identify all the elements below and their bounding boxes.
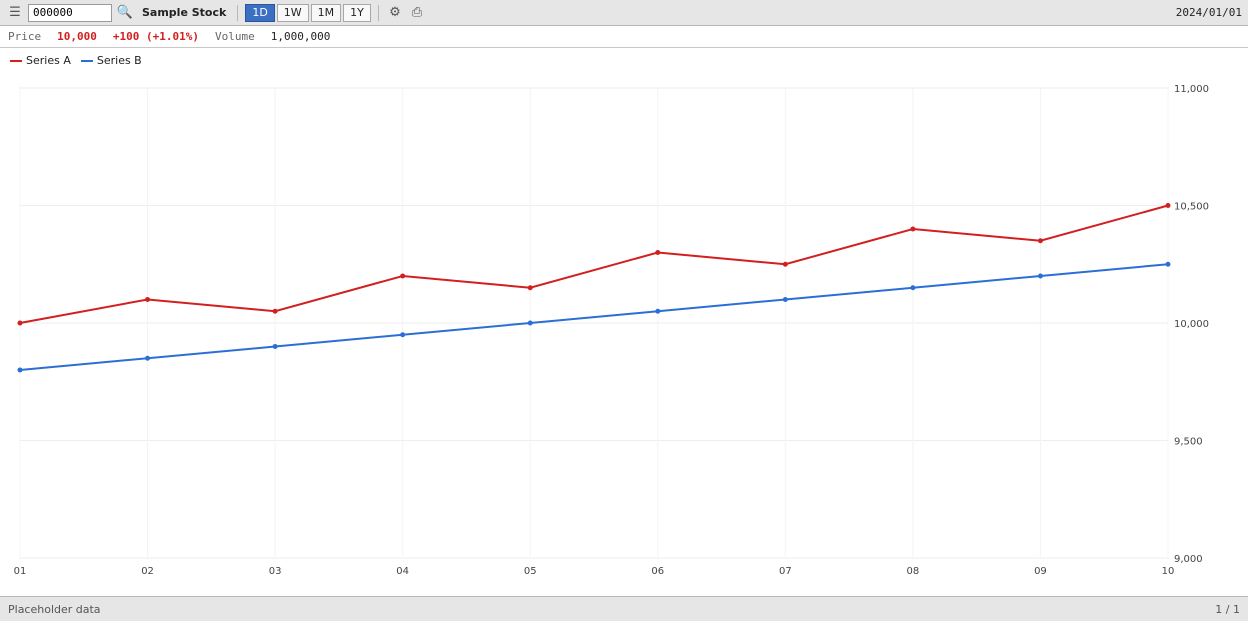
x-tick-label: 01: [14, 566, 27, 577]
x-tick-label: 03: [269, 566, 282, 577]
chart-legend: Series A Series B: [10, 54, 142, 67]
data-point: [782, 297, 788, 302]
data-point: [910, 226, 916, 232]
search-icon[interactable]: 🔍: [116, 4, 134, 22]
period-button[interactable]: 1W: [276, 3, 309, 22]
legend-item: Series B: [80, 54, 142, 67]
status-bar: Placeholder data 1 / 1: [0, 596, 1248, 621]
period-button[interactable]: 1Y: [343, 3, 371, 22]
x-tick-label: 08: [907, 566, 920, 577]
price-value: 10,000: [57, 30, 97, 43]
data-point: [655, 250, 661, 255]
y-tick-label: 11,000: [1174, 84, 1209, 95]
x-tick-label: 02: [141, 566, 154, 577]
period-button[interactable]: 1D: [245, 3, 275, 22]
menu-icon[interactable]: ☰: [6, 4, 24, 22]
data-point: [1037, 238, 1043, 244]
data-point: [910, 285, 916, 291]
date-field[interactable]: 2024/01/01: [1176, 6, 1242, 19]
data-point: [145, 297, 151, 302]
x-tick-label: 04: [396, 566, 409, 577]
chart-area[interactable]: Series A Series B 9,000 9,500 10,000 10,500 1…: [0, 48, 1248, 596]
x-tick-label: 07: [779, 566, 792, 577]
data-point: [145, 355, 151, 361]
legend-item: Series A: [10, 54, 71, 67]
data-point: [400, 273, 406, 279]
price-label: Price: [8, 30, 42, 43]
y-tick-label: 10,500: [1174, 202, 1209, 213]
data-point: [1037, 273, 1043, 279]
data-point: [527, 320, 533, 326]
toolbar-divider: [377, 4, 379, 21]
stock-code-input[interactable]: [28, 3, 112, 22]
volume-value: 1,000,000: [270, 30, 331, 43]
volume-label: Volume: [214, 30, 255, 43]
status-left: Placeholder data: [8, 602, 101, 616]
period-button[interactable]: 1M: [310, 3, 342, 22]
y-tick-label: 9,500: [1174, 437, 1203, 448]
data-point: [17, 367, 23, 373]
data-point: [1165, 203, 1171, 208]
x-tick-label: 05: [524, 566, 537, 577]
print-icon[interactable]: ⎙: [408, 4, 426, 22]
period-selector: 1D 1W 1M 1Y: [245, 3, 371, 22]
data-point: [1165, 261, 1171, 267]
data-point: [17, 320, 23, 326]
legend-swatch: [80, 59, 93, 62]
price-chart[interactable]: 9,000 9,500 10,000 10,500 11,000 01 02 03 04 05 06…: [0, 48, 1248, 596]
data-point: [527, 285, 533, 291]
data-point: [272, 308, 278, 314]
settings-icon[interactable]: ⚙: [386, 4, 404, 22]
x-tick-label: 06: [651, 566, 664, 577]
stock-name: Sample Stock: [142, 6, 227, 19]
legend-swatch: [10, 59, 22, 62]
main-toolbar: ☰ 🔍 Sample Stock 1D1W1M1Y ⚙ ⎙ 2024/01/01: [0, 0, 1248, 26]
toolbar-divider: [237, 4, 239, 21]
x-tick-label: 10: [1162, 566, 1175, 577]
legend-label: Series A: [26, 54, 71, 67]
status-right: 1 / 1: [1215, 602, 1240, 616]
data-point: [272, 344, 278, 349]
y-tick-label: 10,000: [1174, 319, 1209, 330]
quote-bar: Price 10,000 +100 (+1.01%) Volume 1,000,…: [0, 26, 1248, 48]
data-point: [782, 261, 788, 267]
y-tick-label: 9,000: [1174, 554, 1203, 565]
data-point: [655, 308, 661, 314]
change-value: +100 (+1.01%): [112, 30, 199, 43]
data-point: [400, 332, 406, 338]
x-tick-label: 09: [1034, 566, 1047, 577]
legend-label: Series B: [96, 54, 142, 67]
